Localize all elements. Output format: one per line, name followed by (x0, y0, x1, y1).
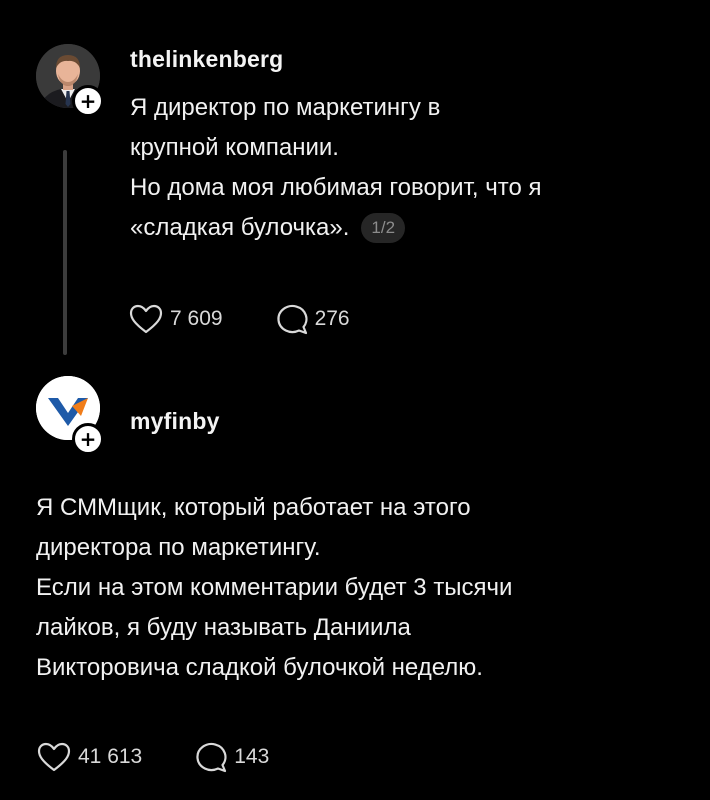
comment-button[interactable]: 276 (275, 302, 350, 336)
like-count: 7 609 (170, 307, 223, 330)
post-text: Я СММщик, который работает на этого дире… (36, 488, 686, 688)
post-text: Я директор по маркетингу в крупной компа… (130, 88, 690, 248)
post-actions: 41 613 143 (36, 740, 269, 774)
thread-line (63, 150, 67, 355)
post-text-line: Викторовича сладкой булочкой неделю. (36, 654, 483, 681)
follow-plus-icon[interactable]: + (72, 85, 104, 117)
post-text-line: Если на этом комментарии будет 3 тысячи (36, 574, 513, 601)
username[interactable]: myfinby (130, 408, 220, 435)
comment-button[interactable]: 143 (194, 740, 269, 774)
post-text-line: лайков, я буду называть Даниила (36, 614, 411, 641)
like-button[interactable]: 41 613 (36, 741, 142, 773)
heart-icon (129, 304, 163, 334)
post-text-line: Я директор по маркетингу в (130, 94, 441, 121)
comment-icon (276, 304, 308, 335)
follow-plus-icon[interactable]: + (72, 423, 104, 455)
post-text-line: Но дома моя любимая говорит, что я (130, 174, 542, 201)
post-text-line: Я СММщик, который работает на этого (36, 494, 471, 521)
post-text-line: директора по маркетингу. (36, 534, 321, 561)
thread-pager[interactable]: 1/2 (361, 213, 406, 243)
post-actions: 7 609 276 (128, 302, 350, 336)
username[interactable]: thelinkenberg (130, 46, 283, 73)
post-text-line: «сладкая булочка». (130, 214, 350, 241)
like-count: 41 613 (78, 745, 143, 768)
comment-icon (196, 742, 227, 773)
like-button[interactable]: 7 609 (128, 303, 223, 335)
comment-count: 276 (314, 307, 350, 330)
heart-icon (37, 742, 71, 772)
post-text-line: крупной компании. (130, 134, 339, 161)
comment-count: 143 (234, 745, 270, 768)
post: + thelinkenberg Я директор по маркетингу… (0, 0, 710, 370)
post-text-line-wrap: «сладкая булочка». 1/2 (130, 208, 690, 248)
